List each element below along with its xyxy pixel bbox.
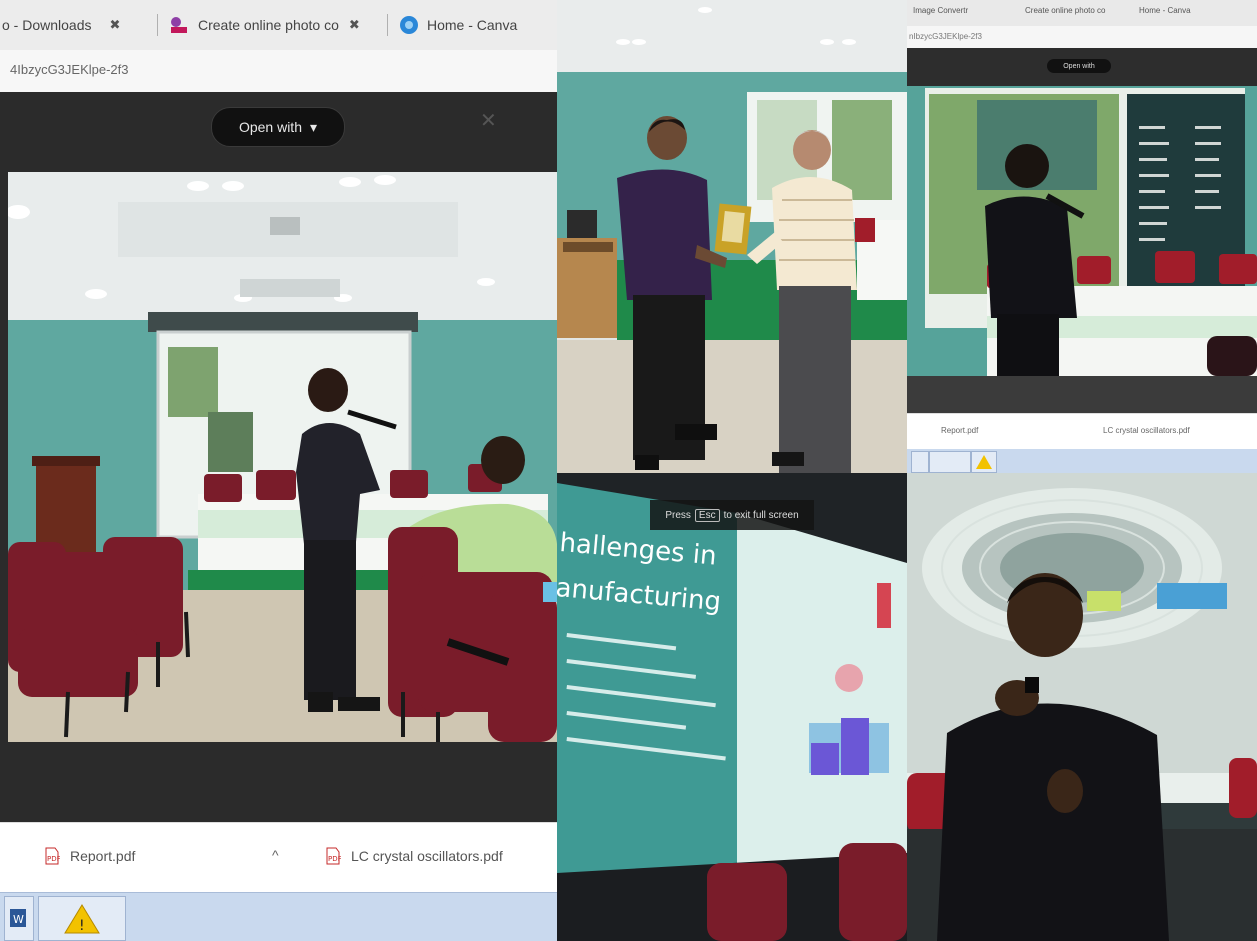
browser-panel: o - Downloads ✖ Create online photo co ✖…: [0, 0, 557, 941]
browser-tab-bar: Image Convertr Create online photo co Ho…: [907, 0, 1257, 26]
award-photo: [557, 0, 907, 473]
taskbar-warning-button[interactable]: !: [38, 896, 126, 941]
tab-label: Create online photo co: [198, 17, 339, 33]
url-text: nIbzycG3JEKlpe-2f3: [909, 32, 982, 41]
speaker-screen-photo: [907, 86, 1257, 413]
close-icon[interactable]: ✖: [349, 17, 360, 33]
address-bar[interactable]: nIbzycG3JEKlpe-2f3: [907, 26, 1257, 48]
taskbar-word-button[interactable]: W: [4, 896, 34, 941]
download-item-lc-oscillators[interactable]: PDF LC crystal oscillators.pdf: [325, 847, 503, 865]
keynote-speaker-photo: [907, 473, 1257, 941]
tab-divider: [387, 14, 388, 36]
chevron-up-icon[interactable]: ^: [272, 847, 279, 863]
svg-text:W: W: [13, 913, 24, 926]
url-text: 4IbzycG3JEKlpe-2f3: [10, 62, 129, 77]
tab-image-converter[interactable]: Image Convertr: [913, 6, 968, 20]
download-item-report[interactable]: PDF Report.pdf: [44, 847, 135, 865]
svg-text:!: !: [79, 918, 85, 934]
speaker-closeup-image: [907, 473, 1257, 941]
tab-downloads[interactable]: o - Downloads ✖: [2, 10, 120, 40]
canva-icon: [171, 17, 187, 33]
open-with-button[interactable]: Open with: [1047, 59, 1111, 73]
svg-text:PDF: PDF: [328, 855, 341, 863]
open-with-button[interactable]: Open with ▾: [211, 107, 345, 147]
download-filename: LC crystal oscillators.pdf: [351, 848, 503, 864]
tab-home-canva[interactable]: Home - Canva: [399, 10, 517, 40]
taskbar-word-button[interactable]: [911, 451, 929, 473]
pdf-icon: PDF: [45, 847, 60, 865]
award-ceremony-image: [557, 0, 907, 473]
tab-label: o - Downloads: [2, 17, 92, 33]
warning-icon: [976, 455, 992, 469]
download-item-lc-oscillators[interactable]: LC crystal oscillators.pdf: [1103, 426, 1190, 435]
windows-taskbar: W !: [0, 892, 557, 941]
svg-text:PDF: PDF: [47, 855, 60, 863]
taskbar-app-button[interactable]: [929, 451, 971, 473]
fullscreen-exit-hint: Press Esc to exit full screen: [650, 500, 814, 530]
caret-down-icon: ▾: [310, 118, 318, 135]
mini-browser-panel: Image Convertr Create online photo co Ho…: [907, 0, 1257, 473]
pdf-icon: PDF: [326, 847, 341, 865]
esc-key-label: Esc: [694, 508, 720, 522]
browser-tab-bar: o - Downloads ✖ Create online photo co ✖…: [0, 0, 557, 51]
tab-create-photo[interactable]: Create online photo co ✖: [168, 10, 360, 40]
canva-circle-icon: [400, 16, 418, 34]
esc-hint-suffix: to exit full screen: [723, 509, 799, 521]
tab-create-photo[interactable]: Create online photo co: [1025, 6, 1106, 20]
close-icon[interactable]: ✖: [110, 17, 121, 33]
downloads-bar: PDF Report.pdf ^ PDF LC crystal oscillat…: [0, 822, 557, 893]
word-icon: W: [10, 909, 26, 927]
address-bar[interactable]: 4IbzycG3JEKlpe-2f3: [0, 50, 557, 93]
windows-taskbar: [907, 449, 1257, 473]
warning-icon: !: [64, 904, 100, 934]
download-item-report[interactable]: Report.pdf: [941, 426, 978, 435]
downloads-bar: Report.pdf LC crystal oscillators.pdf: [907, 413, 1257, 450]
tab-divider: [157, 14, 158, 36]
open-with-label: Open with: [1063, 62, 1095, 70]
open-with-label: Open with: [238, 119, 302, 135]
esc-hint-prefix: Press: [665, 509, 691, 521]
close-viewer-icon[interactable]: ✕: [480, 108, 497, 133]
tab-label: Home - Canva: [427, 17, 518, 33]
taskbar-warning-button[interactable]: [971, 451, 997, 473]
download-filename: Report.pdf: [70, 848, 136, 864]
seminar-hall-photo: [8, 172, 557, 742]
tab-home-canva[interactable]: Home - Canva: [1139, 6, 1191, 20]
